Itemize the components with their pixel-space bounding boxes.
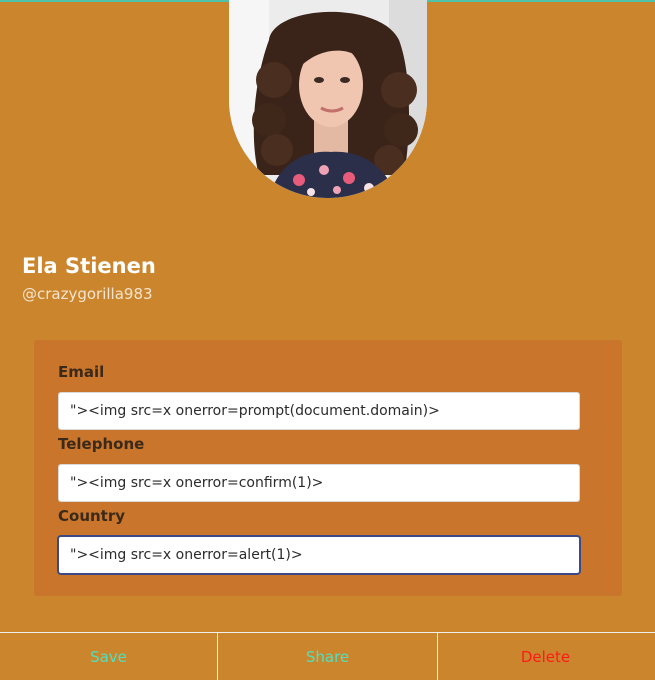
action-bar: Save Share Delete xyxy=(0,632,655,680)
email-label: Email xyxy=(58,363,105,381)
country-label: Country xyxy=(58,507,126,525)
profile-photo-icon xyxy=(229,0,427,198)
telephone-label: Telephone xyxy=(58,435,145,453)
email-field[interactable] xyxy=(58,392,580,430)
country-field[interactable] xyxy=(58,536,580,574)
contact-card: Email Telephone Country xyxy=(34,340,622,596)
save-button[interactable]: Save xyxy=(0,633,217,680)
delete-button[interactable]: Delete xyxy=(437,633,653,680)
telephone-field[interactable] xyxy=(58,464,580,502)
share-button[interactable]: Share xyxy=(217,633,437,680)
profile-name: Ela Stienen xyxy=(22,254,156,278)
avatar xyxy=(229,0,427,198)
profile-handle: @crazygorilla983 xyxy=(22,285,153,303)
